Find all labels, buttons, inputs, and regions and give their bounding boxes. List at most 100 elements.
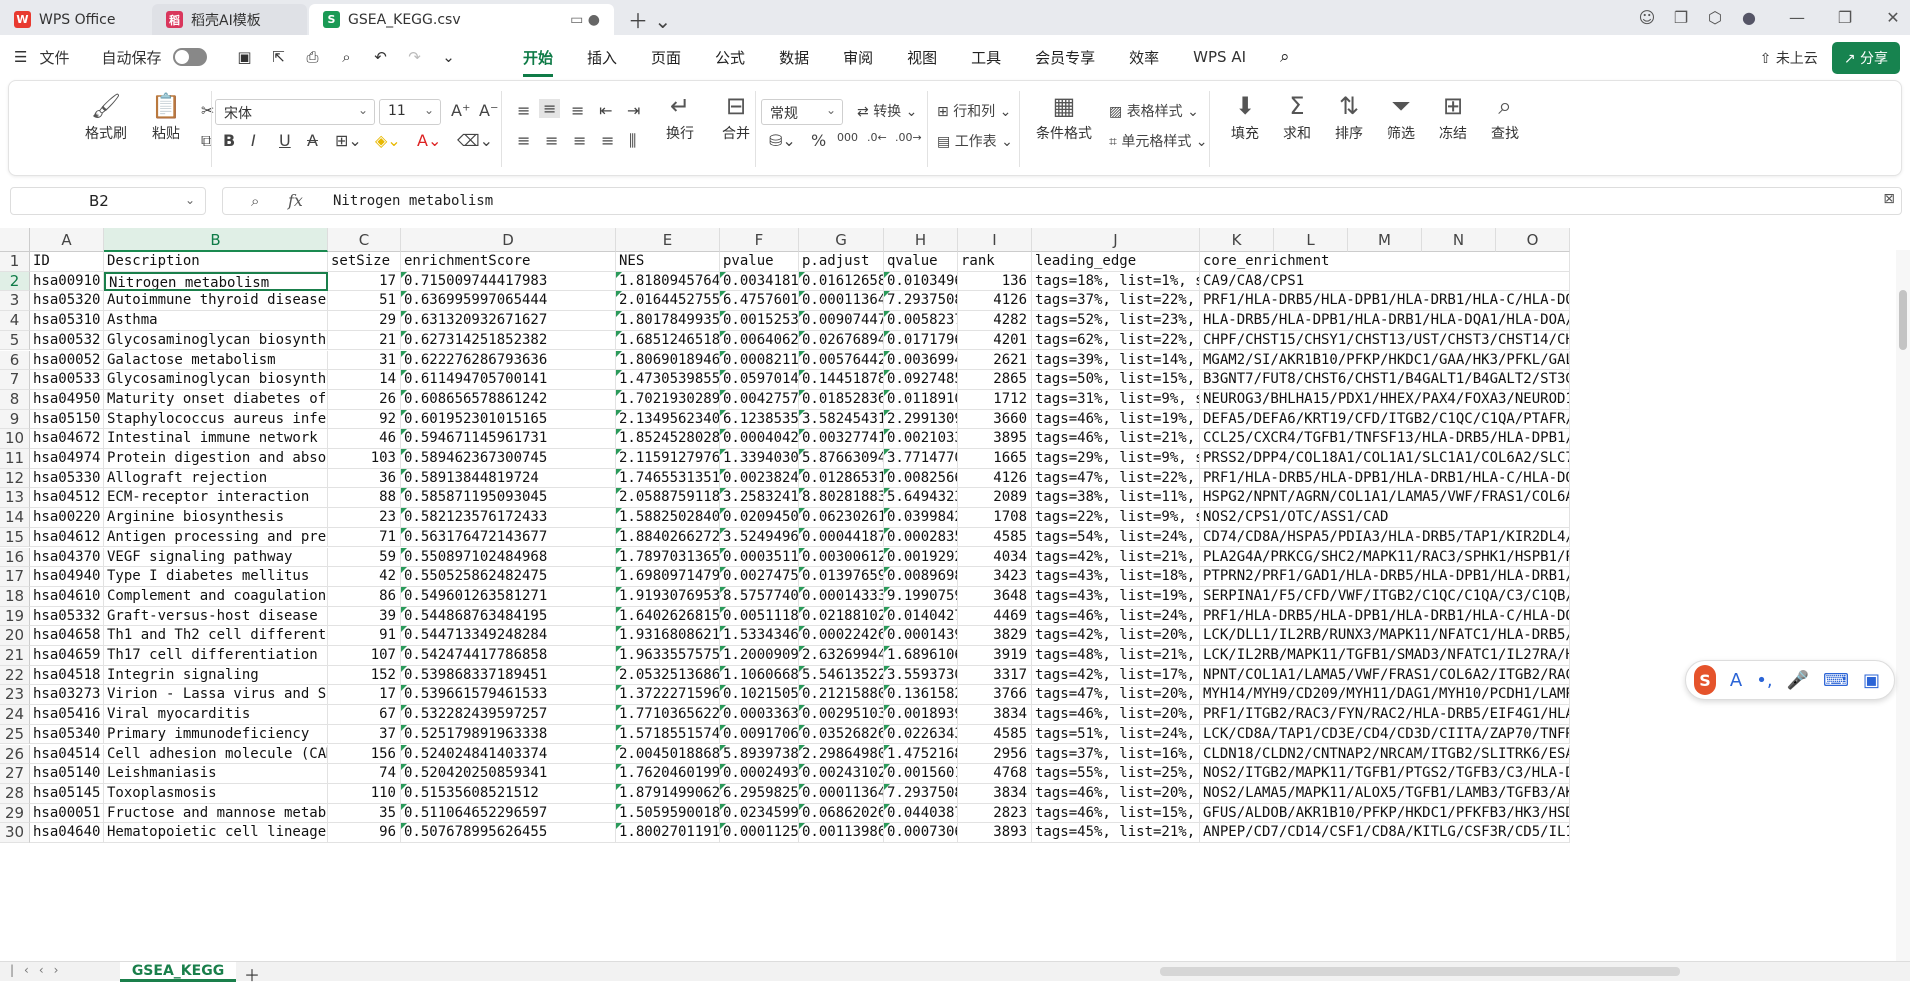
table-cell[interactable]: Antigen processing and present xyxy=(104,527,328,548)
table-cell[interactable]: 0.550897102484968 xyxy=(401,547,616,568)
table-cell[interactable]: 3893 xyxy=(958,823,1032,843)
align-left-icon[interactable]: ≡ xyxy=(517,131,530,150)
table-cell[interactable]: 0.021881028 xyxy=(799,606,884,627)
minimize-icon[interactable]: — xyxy=(1780,8,1814,27)
tab-close-icon[interactable]: ▭ ● xyxy=(570,12,600,28)
undo-icon[interactable]: ↶ xyxy=(369,46,391,68)
fill-color-icon[interactable]: ◈⌄ xyxy=(375,131,401,150)
column-header-d[interactable]: D xyxy=(401,228,616,252)
row-col-button[interactable]: ⊞ 行和列 ⌄ xyxy=(937,101,1011,121)
table-cell[interactable]: 0.0034181 xyxy=(720,271,799,292)
table-cell[interactable]: 1.91930769533 xyxy=(616,586,720,607)
row-header[interactable]: 19 xyxy=(0,606,30,627)
table-cell[interactable]: Arginine biosynthesis xyxy=(104,508,328,528)
table-cell[interactable]: 17 xyxy=(328,271,401,292)
table-cell[interactable]: 0.003006126 xyxy=(799,547,884,568)
table-cell[interactable]: 96 xyxy=(328,823,401,843)
table-cell[interactable]: PRF1/ITGB2/RAC3/FYN/RAC2/HLA-DRB5/EIF4G1… xyxy=(1200,705,1570,725)
restore-icon[interactable]: ❐ xyxy=(1828,8,1862,27)
share-button[interactable]: ↗ 分享 xyxy=(1831,42,1900,74)
header-cell[interactable]: pvalue xyxy=(720,252,799,272)
table-cell[interactable]: 0.00189390 xyxy=(884,705,958,725)
table-cell[interactable]: 0.627314251852382 xyxy=(401,330,616,351)
row-header[interactable]: 30 xyxy=(0,823,30,843)
table-cell[interactable]: hsa04974 xyxy=(30,449,104,469)
table-cell[interactable]: 107 xyxy=(328,646,401,666)
column-header-o[interactable]: O xyxy=(1496,228,1570,252)
row-header[interactable]: 22 xyxy=(0,665,30,686)
table-cell[interactable]: hsa05416 xyxy=(30,705,104,725)
table-cell[interactable]: SERPINA1/F5/CFD/VWF/ITGB2/C1QC/C1QA/C3/C… xyxy=(1200,586,1570,607)
table-cell[interactable]: 3895 xyxy=(958,429,1032,449)
table-cell[interactable]: hsa04518 xyxy=(30,665,104,686)
table-cell[interactable]: tags=46%, list=19%, si xyxy=(1032,409,1200,430)
table-cell[interactable]: 39 xyxy=(328,606,401,627)
table-cell[interactable]: Asthma xyxy=(104,311,328,331)
table-cell[interactable]: tags=50%, list=15%, si xyxy=(1032,370,1200,390)
table-cell[interactable]: 0.589462367300745 xyxy=(401,449,616,469)
table-cell[interactable]: CHPF/CHST15/CHSY1/CHST13/UST/CHST3/CHST1… xyxy=(1200,330,1570,351)
table-cell[interactable]: Type I diabetes mellitus xyxy=(104,567,328,587)
table-cell[interactable]: 0.601952301015165 xyxy=(401,409,616,430)
table-cell[interactable]: 1.85245280284 xyxy=(616,429,720,449)
table-cell[interactable]: 1.78970313659 xyxy=(616,547,720,568)
menu-wps-ai[interactable]: WPS AI xyxy=(1193,48,1246,66)
indent-decrease-icon[interactable]: ⇤ xyxy=(599,101,612,120)
table-cell[interactable]: 0.005764429 xyxy=(799,350,884,371)
zoom-search-icon[interactable]: ⌕ xyxy=(251,192,259,210)
row-header[interactable]: 25 xyxy=(0,724,30,745)
decrease-font-icon[interactable]: A⁻ xyxy=(479,101,498,120)
table-cell[interactable]: 1.33940306 xyxy=(720,449,799,469)
tab-document[interactable]: S GSEA_KEGG.csv ▭ ● xyxy=(309,4,614,35)
table-cell[interactable]: 0.00028358 xyxy=(884,527,958,548)
table-cell[interactable]: 2.632699441 xyxy=(799,646,884,666)
table-cell[interactable]: 1.50595900182 xyxy=(616,803,720,824)
header-cell[interactable]: setSize xyxy=(328,252,401,272)
table-cell[interactable]: 1.76204601999 xyxy=(616,764,720,784)
table-cell[interactable]: 1.10606685 xyxy=(720,665,799,686)
table-cell[interactable]: 74 xyxy=(328,764,401,784)
header-cell[interactable]: enrichmentScore xyxy=(401,252,616,272)
table-cell[interactable]: 6.12385352 xyxy=(720,409,799,430)
table-cell[interactable]: 0.035268265 xyxy=(799,724,884,745)
table-cell[interactable]: 2.298649803 xyxy=(799,744,884,765)
table-cell[interactable]: 3.77147705 xyxy=(884,449,958,469)
table-cell[interactable]: 0.026768943 xyxy=(799,330,884,351)
table-cell[interactable]: 5.546135220 xyxy=(799,665,884,686)
table-cell[interactable]: LCK/DLL1/IL2RB/RUNX3/MAPK11/NFATC1/HLA-D… xyxy=(1200,626,1570,646)
table-cell[interactable]: VEGF signaling pathway xyxy=(104,547,328,568)
table-cell[interactable]: 71 xyxy=(328,527,401,548)
table-cell[interactable]: hsa04940 xyxy=(30,567,104,587)
table-cell[interactable]: Protein digestion and absorpti xyxy=(104,449,328,469)
sum-button[interactable]: Σ 求和 xyxy=(1271,89,1323,143)
table-cell[interactable]: 0.002951034 xyxy=(799,705,884,725)
cube-icon[interactable]: ⬡ xyxy=(1698,8,1732,27)
table-cell[interactable]: 2823 xyxy=(958,803,1032,824)
table-cell[interactable]: PRF1/HLA-DRB5/HLA-DPB1/HLA-DRB1/HLA-C/HL… xyxy=(1200,468,1570,489)
table-cell[interactable]: 2956 xyxy=(958,744,1032,765)
table-cell[interactable]: PLA2G4A/PRKCG/SHC2/MAPK11/RAC3/SPHK1/HSP… xyxy=(1200,547,1570,568)
table-cell[interactable]: 103 xyxy=(328,449,401,469)
paste-button[interactable]: 📋 粘贴 xyxy=(141,89,191,143)
row-header[interactable]: 9 xyxy=(0,409,30,430)
table-cell[interactable]: NOS2/LAMA5/MAPK11/ALOX5/TGFB1/LAMB3/TGFB… xyxy=(1200,783,1570,804)
table-cell[interactable]: Th1 and Th2 cell differentiati xyxy=(104,626,328,646)
table-cell[interactable]: tags=39%, list=14%, si xyxy=(1032,350,1200,371)
table-cell[interactable]: hsa04370 xyxy=(30,547,104,568)
table-cell[interactable]: 1.64026268156 xyxy=(616,606,720,627)
row-header[interactable]: 24 xyxy=(0,705,30,725)
table-cell[interactable]: 0.068620268 xyxy=(799,803,884,824)
table-cell[interactable]: 67 xyxy=(328,705,401,725)
table-cell[interactable]: 26 xyxy=(328,389,401,410)
column-header-b[interactable]: B xyxy=(104,228,328,252)
table-cell[interactable]: 1.88402662722 xyxy=(616,527,720,548)
keyboard-icon[interactable]: ⌨ xyxy=(1823,670,1849,691)
close-window-icon[interactable]: ✕ xyxy=(1876,8,1910,27)
table-cell[interactable]: tags=29%, list=9%, sig xyxy=(1032,449,1200,469)
table-cell[interactable]: tags=38%, list=11%, si xyxy=(1032,488,1200,509)
table-cell[interactable]: 0.00369946 xyxy=(884,350,958,371)
table-cell[interactable]: B3GNT7/FUT8/CHST6/CHST1/B4GALT1/B4GALT2/… xyxy=(1200,370,1570,390)
font-size-select[interactable]: 11 ⌄ xyxy=(379,99,441,125)
table-cell[interactable]: 4126 xyxy=(958,291,1032,312)
column-header-g[interactable]: G xyxy=(799,228,884,252)
